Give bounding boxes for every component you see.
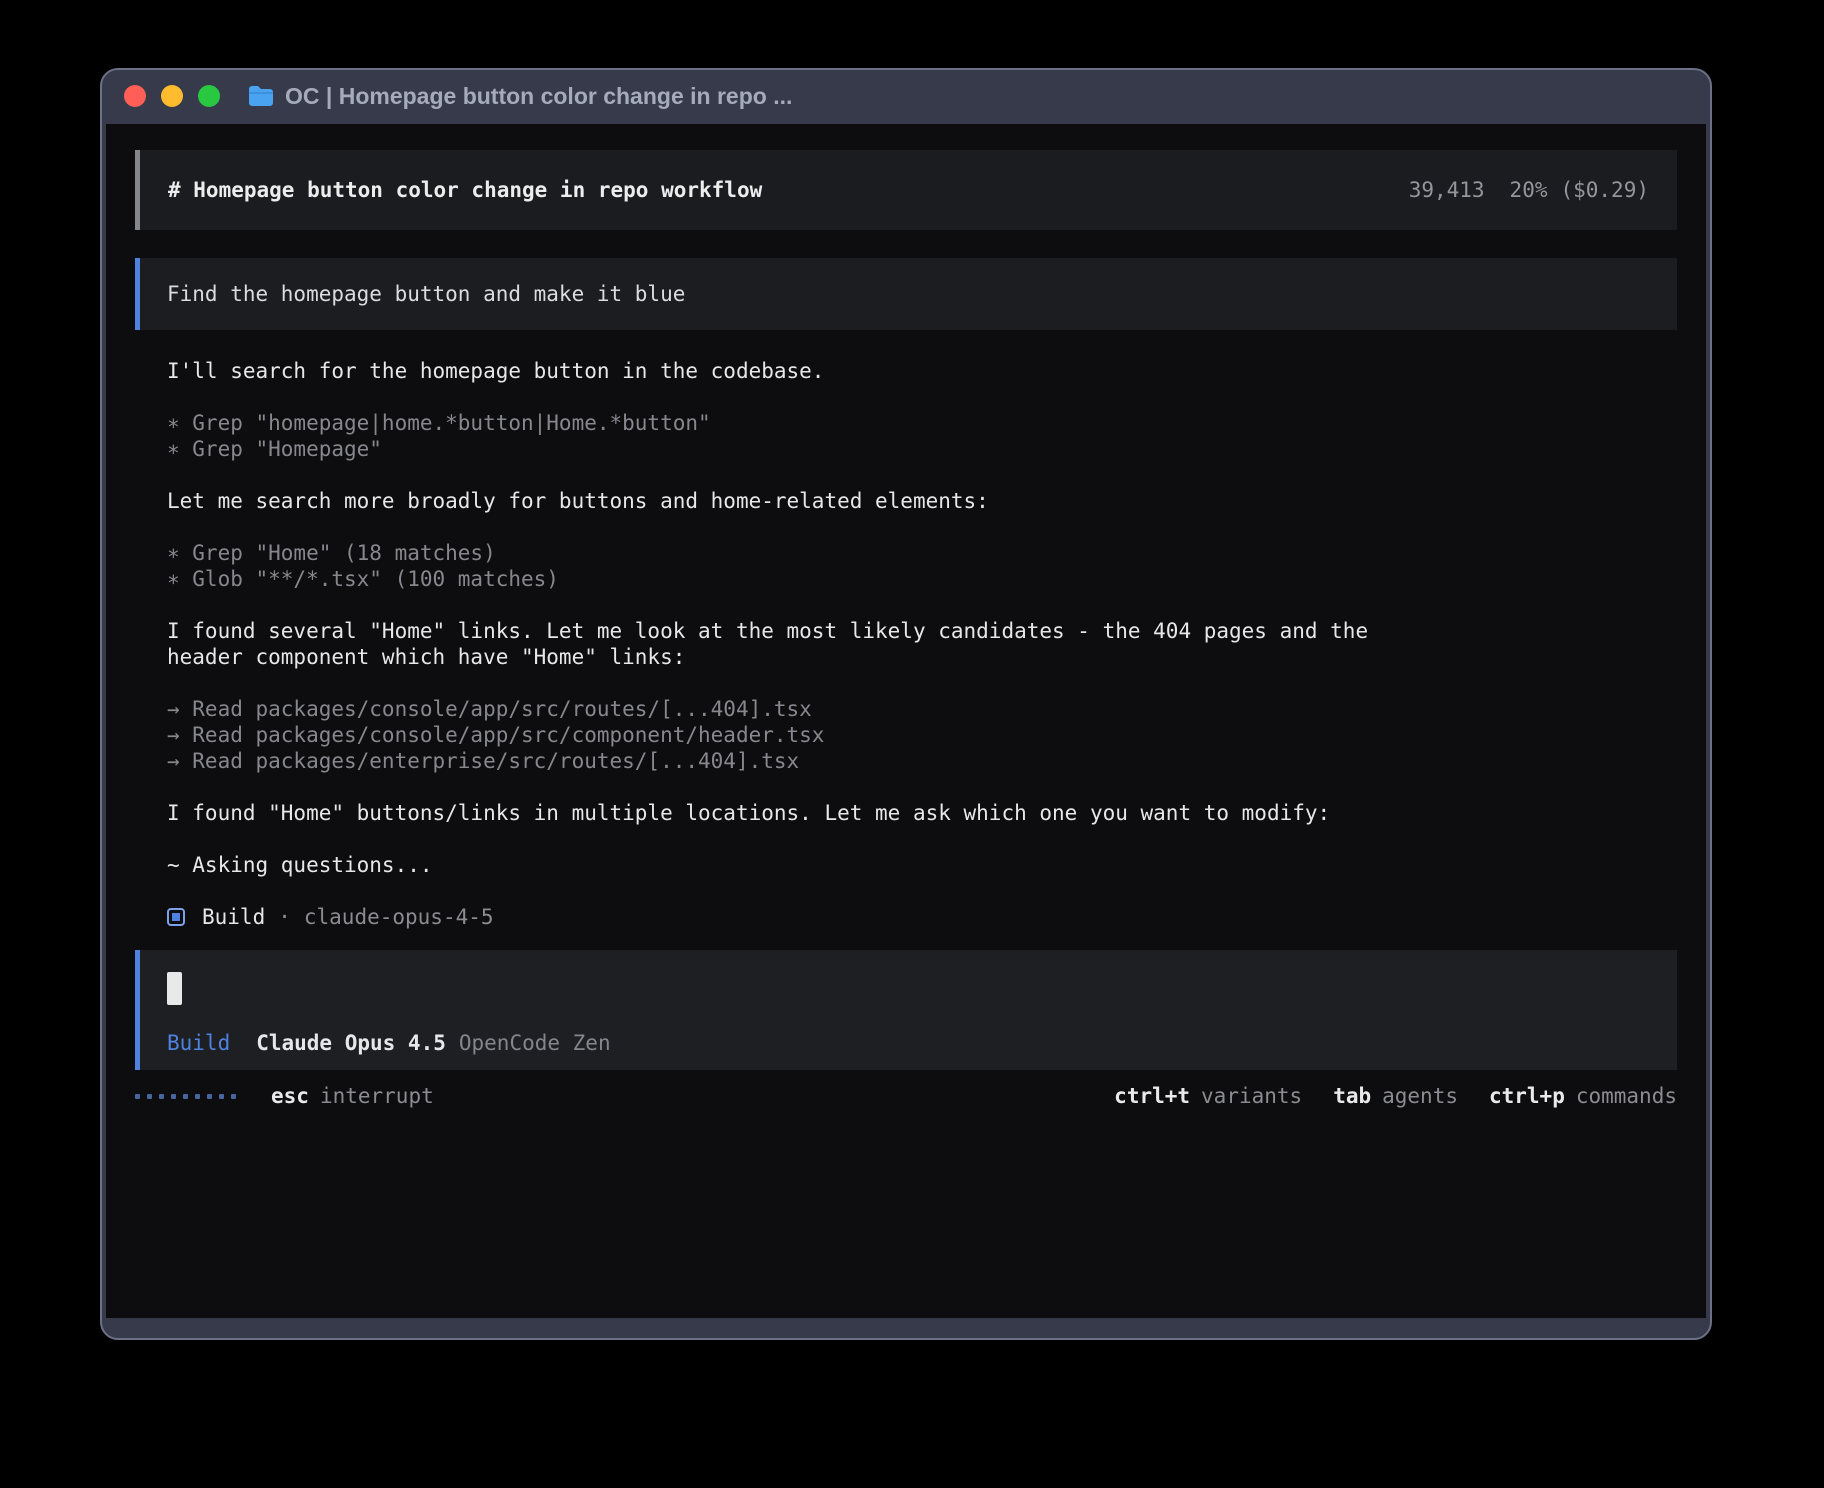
agent-separator: · <box>278 904 291 930</box>
shortcut-group: ctrl+p commands <box>1489 1084 1677 1108</box>
tool-call-line: → Read packages/console/app/src/componen… <box>167 722 1677 748</box>
input-meta: Build Claude Opus 4.5 OpenCode Zen <box>167 1030 1650 1056</box>
tool-call-group: ∗ Grep "Home" (18 matches)∗ Glob "**/*.t… <box>167 540 1677 592</box>
minimize-button[interactable] <box>161 85 183 107</box>
shortcut-label: commands <box>1576 1084 1677 1108</box>
conversation: I'll search for the homepage button in t… <box>135 358 1677 930</box>
spinner-dot <box>231 1094 236 1099</box>
text-cursor <box>167 972 182 1005</box>
spinner-dot <box>183 1094 188 1099</box>
zoom-button[interactable] <box>198 85 220 107</box>
assistant-text: Let me search more broadly for buttons a… <box>167 488 1417 514</box>
agent-label: Build <box>202 904 265 930</box>
model-name: Claude Opus 4.5 <box>256 1030 446 1056</box>
prompt-input[interactable]: Build Claude Opus 4.5 OpenCode Zen <box>135 950 1677 1070</box>
user-message: Find the homepage button and make it blu… <box>135 258 1677 330</box>
session-header: # Homepage button color change in repo w… <box>135 150 1677 230</box>
spinner-dot <box>171 1094 176 1099</box>
terminal-window: OC | Homepage button color change in rep… <box>100 68 1712 1340</box>
spinner-dot <box>147 1094 152 1099</box>
assistant-text: ~ Asking questions... <box>167 852 1417 878</box>
tool-call-line: ∗ Grep "Home" (18 matches) <box>167 540 1677 566</box>
spinner-dot <box>195 1094 200 1099</box>
shortcut-label: variants <box>1201 1084 1302 1108</box>
shortcut-group: tab agents <box>1333 1084 1458 1108</box>
session-stats: 39,413 20% ($0.29) <box>1409 178 1649 202</box>
close-button[interactable] <box>124 85 146 107</box>
spinner-dot <box>219 1094 224 1099</box>
shortcut-key: ctrl+p <box>1489 1084 1565 1108</box>
agent-model: claude-opus-4-5 <box>304 904 494 930</box>
spinner-dot <box>159 1094 164 1099</box>
session-title: # Homepage button color change in repo w… <box>168 178 762 202</box>
assistant-text: I'll search for the homepage button in t… <box>167 358 1417 384</box>
window-titlebar[interactable]: OC | Homepage button color change in rep… <box>102 70 1710 122</box>
provider-name: OpenCode Zen <box>459 1030 611 1056</box>
status-bar: esc interrupt ctrl+tvariantstabagentsctr… <box>135 1082 1677 1110</box>
status-left: esc interrupt <box>135 1084 434 1108</box>
context-percent: 20% <box>1510 178 1548 202</box>
tool-call-line: ∗ Glob "**/*.tsx" (100 matches) <box>167 566 1677 592</box>
spinner-dot <box>207 1094 212 1099</box>
tool-call-line: ∗ Grep "homepage|home.*button|Home.*butt… <box>167 410 1677 436</box>
terminal-content: # Homepage button color change in repo w… <box>106 124 1706 1318</box>
window-title: OC | Homepage button color change in rep… <box>285 83 792 110</box>
spinner-dots <box>135 1094 243 1099</box>
shortcut-group: ctrl+t variants <box>1114 1084 1302 1108</box>
tool-call-group: → Read packages/console/app/src/routes/[… <box>167 696 1677 774</box>
status-right: ctrl+t variants tab agents ctrl+p commands <box>1083 1084 1677 1108</box>
build-agent-icon <box>167 908 185 926</box>
shortcut-key: tab <box>1333 1084 1371 1108</box>
agent-row: Build · claude-opus-4-5 <box>167 904 1677 930</box>
token-count: 39,413 <box>1409 178 1485 202</box>
folder-icon <box>247 84 275 108</box>
assistant-text: I found several "Home" links. Let me loo… <box>167 618 1417 670</box>
tool-call-line: → Read packages/enterprise/src/routes/[.… <box>167 748 1677 774</box>
user-message-text: Find the homepage button and make it blu… <box>167 282 685 306</box>
tool-call-line: → Read packages/console/app/src/routes/[… <box>167 696 1677 722</box>
tool-call-group: ∗ Grep "homepage|home.*button|Home.*butt… <box>167 410 1677 462</box>
shortcut-label-interrupt: interrupt <box>320 1084 434 1108</box>
spinner-dot <box>135 1094 140 1099</box>
tool-call-line: ∗ Grep "Homepage" <box>167 436 1677 462</box>
shortcut-key-esc: esc <box>271 1084 309 1108</box>
shortcut-label: agents <box>1382 1084 1458 1108</box>
shortcut-key: ctrl+t <box>1114 1084 1190 1108</box>
assistant-text: I found "Home" buttons/links in multiple… <box>167 800 1417 826</box>
session-cost: ($0.29) <box>1560 178 1649 202</box>
agent-mode-label: Build <box>167 1030 230 1056</box>
